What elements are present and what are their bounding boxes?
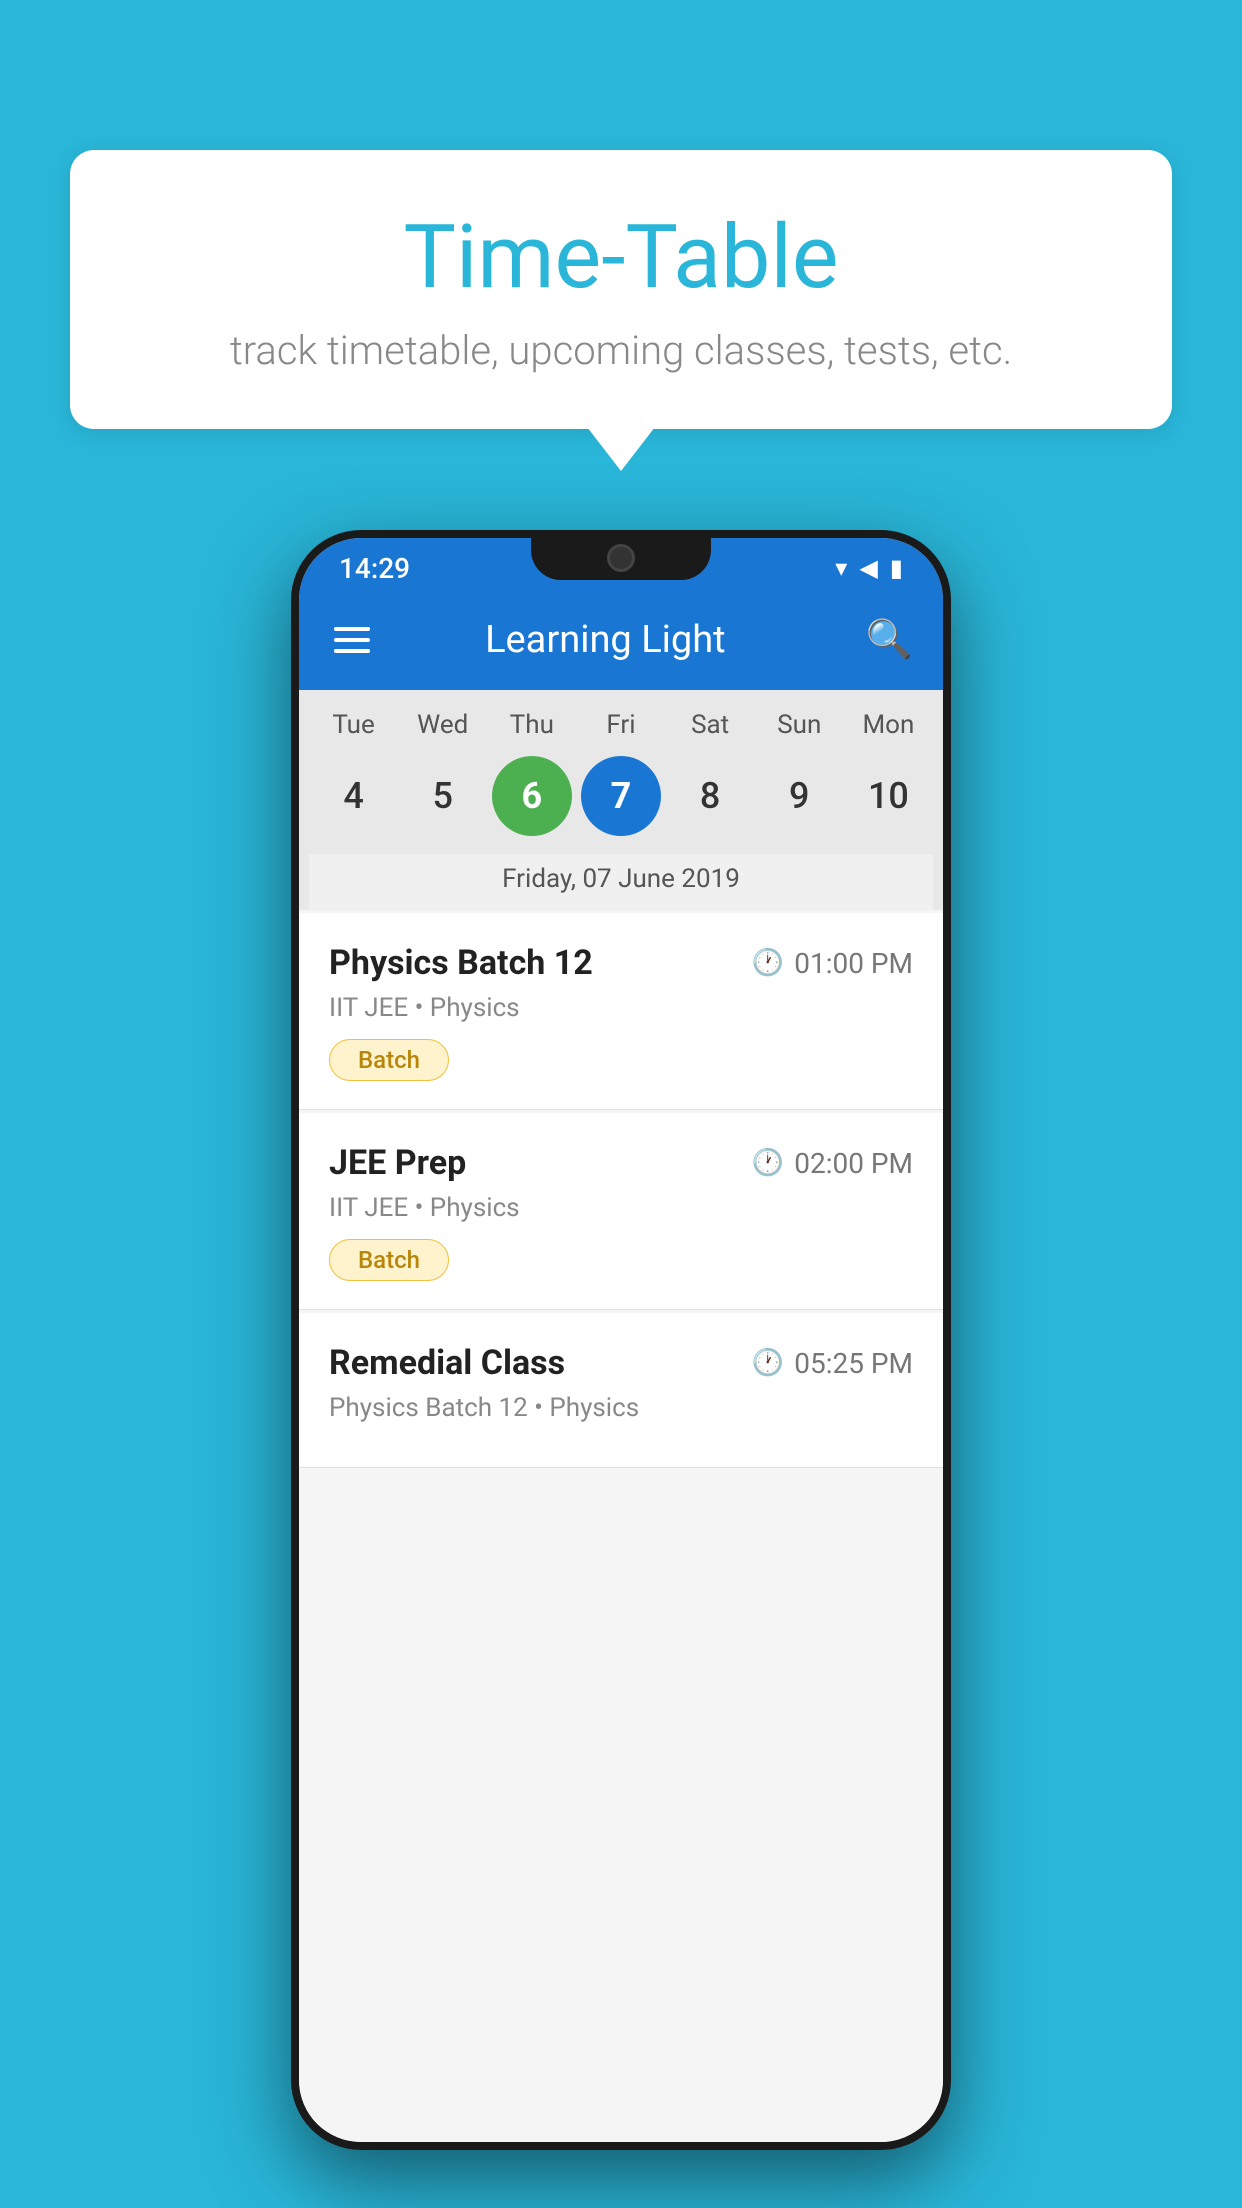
item-header-3: Remedial Class 🕐 05:25 PM [329,1343,913,1383]
schedule-item-3[interactable]: Remedial Class 🕐 05:25 PM Physics Batch … [299,1313,943,1468]
schedule-item-2[interactable]: JEE Prep 🕐 02:00 PM IIT JEE • Physics Ba… [299,1113,943,1310]
status-icons: ▾ ◀ ▮ [835,554,903,582]
day-label-thu: Thu [492,710,572,740]
bubble-subtitle: track timetable, upcoming classes, tests… [150,327,1092,374]
day-8[interactable]: 8 [670,756,750,836]
app-title: Learning Light [405,618,806,662]
item-time-2: 🕐 02:00 PM [752,1147,913,1180]
item-time-value-2: 02:00 PM [794,1147,913,1180]
front-camera [607,544,635,572]
clock-icon-3: 🕐 [752,1348,784,1378]
speech-bubble-area: Time-Table track timetable, upcoming cla… [70,150,1172,429]
day-label-sat: Sat [670,710,750,740]
phone-outer: 14:29 ▾ ◀ ▮ Learning Light 🔍 [291,530,951,2150]
search-icon[interactable]: 🔍 [866,618,913,662]
day-label-sun: Sun [759,710,839,740]
batch-tag-1: Batch [329,1039,449,1081]
item-time-1: 🕐 01:00 PM [752,947,913,980]
day-label-fri: Fri [581,710,661,740]
item-subtitle-2: IIT JEE • Physics [329,1193,913,1223]
speech-bubble: Time-Table track timetable, upcoming cla… [70,150,1172,429]
item-time-value-1: 01:00 PM [794,947,913,980]
day-headers: Tue Wed Thu Fri Sat Sun Mon [309,710,933,740]
phone-notch [531,530,711,580]
day-label-wed: Wed [403,710,483,740]
item-title-1: Physics Batch 12 [329,943,593,983]
selected-date-label: Friday, 07 June 2019 [309,854,933,910]
day-10[interactable]: 10 [848,756,928,836]
batch-tag-2: Batch [329,1239,449,1281]
battery-icon: ▮ [890,554,903,582]
day-7-selected[interactable]: 7 [581,756,661,836]
item-subtitle-1: IIT JEE • Physics [329,993,913,1023]
day-9[interactable]: 9 [759,756,839,836]
wifi-icon: ▾ [835,554,847,582]
phone-mockup: 14:29 ▾ ◀ ▮ Learning Light 🔍 [291,530,951,2150]
hamburger-icon[interactable] [329,622,375,658]
app-bar: Learning Light 🔍 [299,590,943,690]
clock-icon-1: 🕐 [752,948,784,978]
day-5[interactable]: 5 [403,756,483,836]
item-header-2: JEE Prep 🕐 02:00 PM [329,1143,913,1183]
schedule-item-1[interactable]: Physics Batch 12 🕐 01:00 PM IIT JEE • Ph… [299,913,943,1110]
day-label-tue: Tue [314,710,394,740]
clock-icon-2: 🕐 [752,1148,784,1178]
signal-icon: ◀ [859,554,877,582]
phone-screen: 14:29 ▾ ◀ ▮ Learning Light 🔍 [299,538,943,2142]
schedule-list: Physics Batch 12 🕐 01:00 PM IIT JEE • Ph… [299,910,943,2142]
day-6-today[interactable]: 6 [492,756,572,836]
item-time-3: 🕐 05:25 PM [752,1347,913,1380]
calendar-strip: Tue Wed Thu Fri Sat Sun Mon 4 5 6 7 8 9 … [299,690,943,910]
item-title-2: JEE Prep [329,1143,466,1183]
day-numbers: 4 5 6 7 8 9 10 [309,756,933,836]
bubble-title: Time-Table [150,210,1092,307]
day-4[interactable]: 4 [314,756,394,836]
item-subtitle-3: Physics Batch 12 • Physics [329,1393,913,1423]
item-header-1: Physics Batch 12 🕐 01:00 PM [329,943,913,983]
status-time: 14:29 [339,552,410,585]
day-label-mon: Mon [848,710,928,740]
item-time-value-3: 05:25 PM [794,1347,913,1380]
item-title-3: Remedial Class [329,1343,565,1383]
